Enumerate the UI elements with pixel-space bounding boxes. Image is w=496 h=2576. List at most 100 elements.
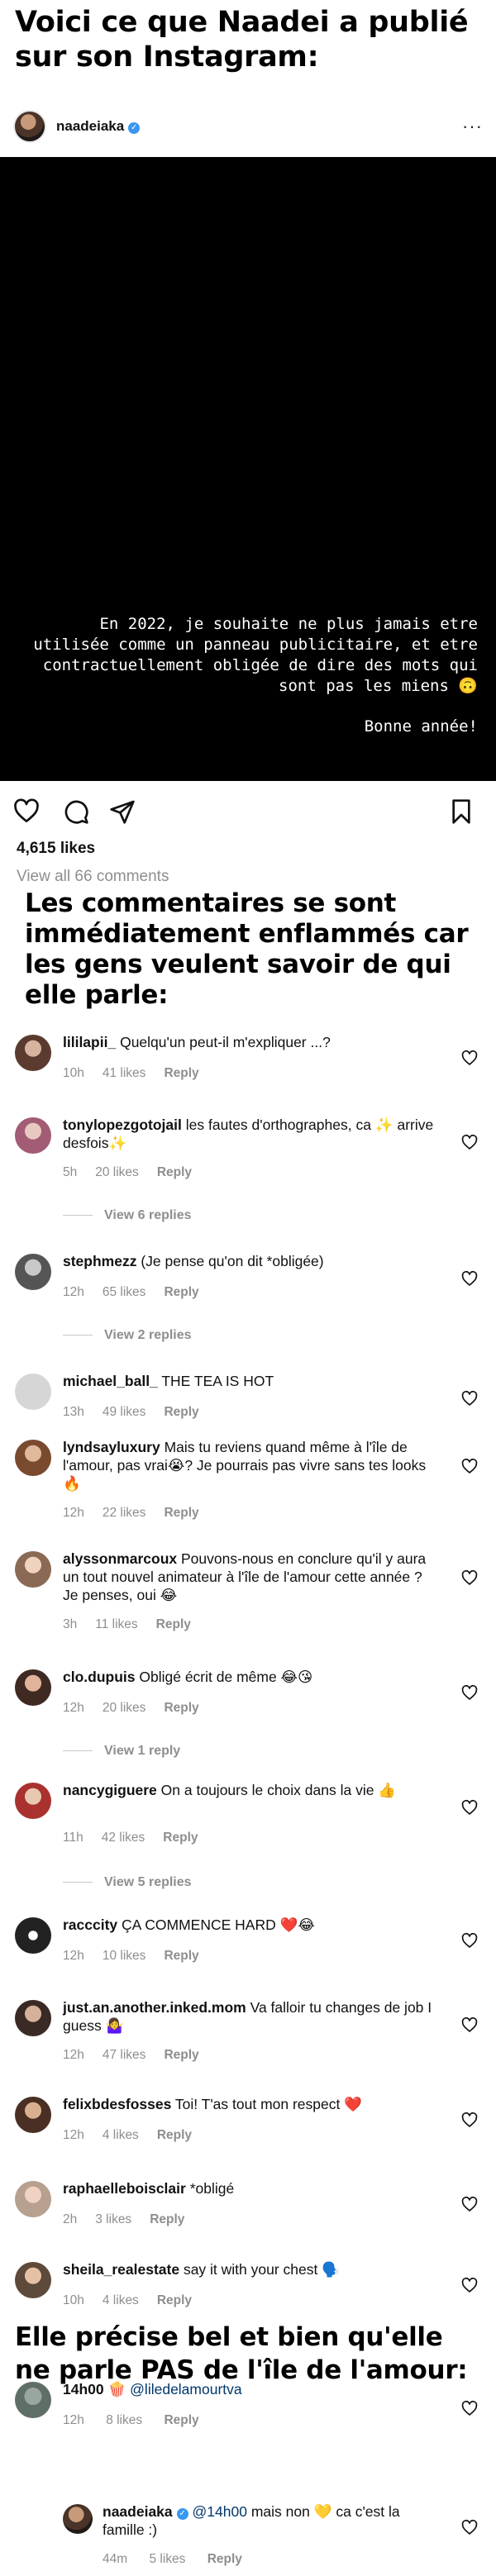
reply-button[interactable]: Reply	[164, 2048, 198, 2062]
heart-icon[interactable]	[461, 2400, 478, 2416]
avatar[interactable]	[15, 1117, 51, 1154]
view-replies-link[interactable]: View 6 replies	[63, 1208, 192, 1223]
reply-button[interactable]: Reply	[163, 1831, 198, 1845]
comment-likes[interactable]: 4 likes	[103, 2128, 139, 2142]
avatar[interactable]	[15, 2382, 51, 2418]
comment-username[interactable]: racccity	[63, 1917, 117, 1933]
headline-comments: Les commentaires se sont immédiatement e…	[25, 888, 469, 1010]
headline-clarification: Elle précise bel et bien qu'elle ne parl…	[15, 2322, 468, 2385]
avatar[interactable]	[15, 2262, 51, 2298]
heart-icon[interactable]	[461, 2017, 478, 2033]
comment-username[interactable]: sheila_realestate	[63, 2261, 179, 2278]
share-icon[interactable]	[109, 798, 136, 825]
avatar[interactable]	[15, 1551, 51, 1588]
more-icon[interactable]: ···	[462, 116, 483, 137]
comment-likes[interactable]: 8 likes	[106, 2413, 142, 2427]
comment-username[interactable]: stephmezz	[63, 1253, 136, 1269]
heart-icon[interactable]	[461, 2277, 478, 2293]
heart-icon[interactable]	[461, 1799, 478, 1816]
comment-username[interactable]: alyssonmarcoux	[63, 1550, 177, 1567]
comment-likes[interactable]: 11 likes	[95, 1617, 137, 1631]
reply-button[interactable]: Reply	[164, 1405, 198, 1419]
heart-icon[interactable]	[461, 2112, 478, 2128]
comment-likes[interactable]: 42 likes	[102, 1831, 145, 1845]
comment-likes[interactable]: 3 likes	[95, 2212, 131, 2226]
view-replies-link[interactable]: View 2 replies	[63, 1328, 192, 1343]
comment-likes[interactable]: 41 likes	[103, 1066, 146, 1080]
comment-username[interactable]: clo.dupuis	[63, 1669, 136, 1685]
comment-likes[interactable]: 47 likes	[103, 2048, 146, 2062]
reply-button[interactable]: Reply	[164, 1701, 198, 1715]
avatar[interactable]	[15, 2000, 51, 2036]
reply-button[interactable]: Reply	[157, 1165, 192, 1179]
likes-count[interactable]: 4,615 likes	[17, 840, 95, 858]
comment-username[interactable]: naadeiaka	[103, 2503, 173, 2520]
avatar[interactable]	[15, 1035, 51, 1071]
comment-likes[interactable]: 22 likes	[103, 1506, 146, 1520]
comment-mention[interactable]: @14h00	[193, 2503, 247, 2520]
comment-time: 5h	[63, 1165, 78, 1179]
avatar[interactable]	[63, 2504, 93, 2534]
reply-button[interactable]: Reply	[157, 2128, 192, 2142]
post-username[interactable]: naadeiaka ✓	[56, 118, 141, 135]
view-replies-link[interactable]: View 5 replies	[63, 1875, 192, 1890]
heart-icon[interactable]	[13, 798, 40, 823]
avatar[interactable]	[13, 110, 46, 143]
comment-username[interactable]: 14h00	[63, 2381, 104, 2397]
comment-icon[interactable]	[63, 798, 89, 825]
comment-username[interactable]: just.an.another.inked.mom	[63, 1999, 246, 2016]
comment-text: lililapii_ Quelqu'un peut-il m'expliquer…	[63, 1033, 435, 1051]
reply-button[interactable]: Reply	[164, 1285, 198, 1299]
comment-likes[interactable]: 65 likes	[103, 1285, 146, 1299]
heart-icon[interactable]	[461, 1569, 478, 1586]
comment-meta: 11h 42 likes Reply	[63, 1831, 217, 1845]
comment-username[interactable]: raphaelleboisclair	[63, 2180, 186, 2197]
heart-icon[interactable]	[461, 2196, 478, 2212]
comment-mention[interactable]: @liledelamourtva	[130, 2381, 241, 2397]
comment-username[interactable]: lyndsayluxury	[63, 1439, 160, 1455]
avatar[interactable]	[15, 1669, 51, 1706]
comment-likes[interactable]: 10 likes	[103, 1949, 146, 1963]
comment-likes[interactable]: 5 likes	[149, 2552, 185, 2566]
reply-button[interactable]: Reply	[164, 1949, 198, 1963]
view-replies-link[interactable]: View 1 reply	[63, 1744, 180, 1759]
comment-username[interactable]: lililapii_	[63, 1034, 116, 1050]
reply-button[interactable]: Reply	[157, 2293, 192, 2307]
reply-button[interactable]: Reply	[164, 1066, 198, 1080]
reply-button[interactable]: Reply	[156, 1617, 191, 1631]
bookmark-icon[interactable]	[450, 798, 473, 825]
comment-username[interactable]: nancygiguere	[63, 1782, 157, 1798]
comment-text: racccity ÇA COMMENCE HARD ❤️😂	[63, 1916, 435, 1934]
heart-icon[interactable]	[461, 2519, 478, 2536]
heart-icon[interactable]	[461, 1684, 478, 1701]
comment-likes[interactable]: 49 likes	[103, 1405, 146, 1419]
heart-icon[interactable]	[461, 1390, 478, 1407]
avatar[interactable]	[15, 1783, 51, 1819]
comment-likes[interactable]: 20 likes	[95, 1165, 139, 1179]
avatar[interactable]	[15, 2181, 51, 2217]
reply-button[interactable]: Reply	[207, 2552, 242, 2566]
heart-icon[interactable]	[461, 1458, 478, 1474]
comment-username[interactable]: felixbdesfosses	[63, 2096, 171, 2112]
heart-icon[interactable]	[461, 1270, 478, 1287]
heart-icon[interactable]	[461, 1050, 478, 1066]
post-actions	[0, 792, 496, 830]
comment-meta: 12h 22 likes Reply	[63, 1506, 217, 1521]
reply-button[interactable]: Reply	[164, 2413, 198, 2427]
avatar[interactable]	[15, 2097, 51, 2133]
heart-icon[interactable]	[461, 1134, 478, 1150]
reply-button[interactable]: Reply	[150, 2212, 184, 2226]
comment-time: 2h	[63, 2212, 78, 2226]
avatar[interactable]	[15, 1374, 51, 1410]
avatar[interactable]	[15, 1254, 51, 1290]
avatar[interactable]	[15, 1917, 51, 1954]
comment-username[interactable]: tonylopezgotojail	[63, 1117, 182, 1133]
view-all-comments-link[interactable]: View all 66 comments	[17, 868, 169, 886]
avatar[interactable]	[15, 1440, 51, 1476]
heart-icon[interactable]	[461, 1932, 478, 1949]
comment-likes[interactable]: 20 likes	[103, 1701, 146, 1715]
comment-username[interactable]: michael_ball_	[63, 1373, 158, 1389]
comment-text: felixbdesfosses Toi! T'as tout mon respe…	[63, 2095, 435, 2113]
comment-likes[interactable]: 4 likes	[103, 2293, 139, 2307]
reply-button[interactable]: Reply	[164, 1506, 198, 1520]
